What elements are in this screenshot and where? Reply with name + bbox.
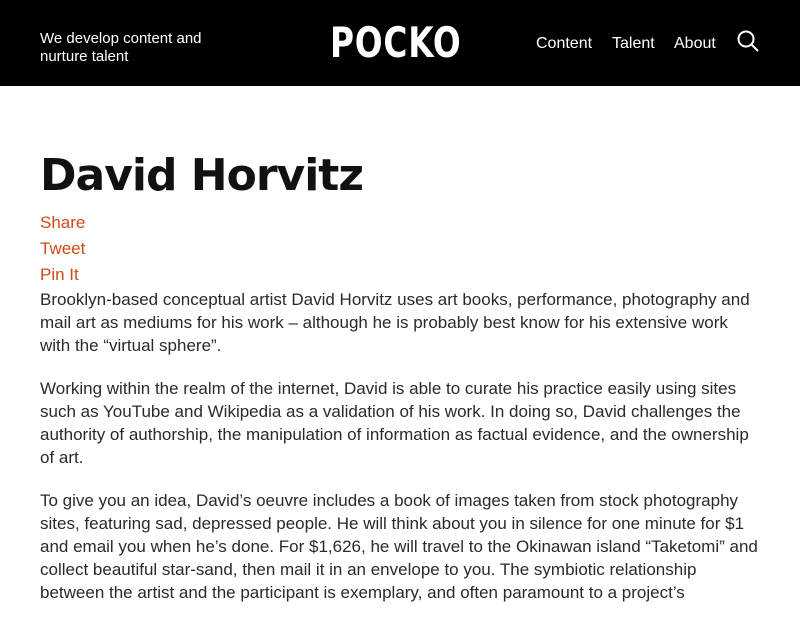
nav-content-link[interactable]: Content [536, 34, 592, 54]
site-tagline: We develop content and nurture talent [40, 30, 202, 65]
article-paragraph: Brooklyn-based conceptual artist David H… [40, 290, 750, 355]
site-logo[interactable]: POCKO [330, 18, 461, 68]
nav-talent-link[interactable]: Talent [612, 34, 655, 54]
page-title: David Horvitz [40, 150, 364, 201]
share-item: Tweet [40, 236, 760, 262]
share-links: Share Tweet Pin It [40, 210, 760, 288]
share-item: Share [40, 210, 760, 236]
tweet-link[interactable]: Tweet [40, 239, 85, 258]
article-paragraph: Working within the realm of the internet… [40, 379, 749, 467]
nav-about-link[interactable]: About [674, 34, 716, 54]
search-icon[interactable] [737, 30, 759, 52]
article-body: Brooklyn-based conceptual artist David H… [40, 288, 760, 604]
share-item: Pin It [40, 262, 760, 288]
pin-it-link[interactable]: Pin It [40, 265, 79, 284]
article-paragraph: To give you an idea, David’s oeuvre incl… [40, 491, 758, 602]
share-link[interactable]: Share [40, 213, 85, 232]
site-header: We develop content and nurture talent PO… [0, 0, 800, 86]
article-main: David Horvitz Share Tweet Pin It Brookly… [40, 150, 760, 624]
